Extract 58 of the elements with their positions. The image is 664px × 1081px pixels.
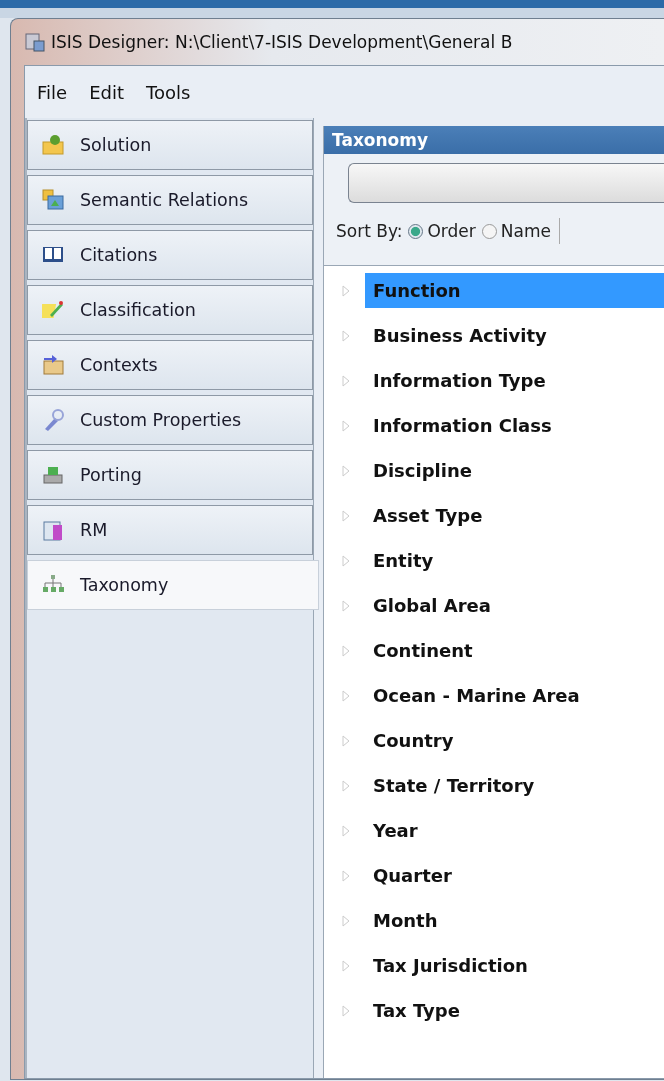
expand-arrow-icon[interactable] bbox=[342, 554, 350, 567]
expand-arrow-icon[interactable] bbox=[342, 284, 350, 297]
sidebar-item[interactable]: Citations bbox=[27, 230, 313, 280]
sidebar-item[interactable]: Solution bbox=[27, 120, 313, 170]
sort-label: Sort By: bbox=[336, 221, 403, 241]
sidebar-item[interactable]: Contexts bbox=[27, 340, 313, 390]
expand-arrow-icon[interactable] bbox=[342, 464, 350, 477]
tree-item[interactable]: Information Class bbox=[365, 408, 560, 443]
tree-item[interactable]: Year bbox=[365, 813, 426, 848]
toolbar-button[interactable] bbox=[348, 163, 664, 203]
tree-item[interactable]: Tax Jurisdiction bbox=[365, 948, 536, 983]
sidebar-item[interactable]: RM bbox=[27, 505, 313, 555]
radio-option[interactable]: Order bbox=[408, 221, 476, 241]
tree-item[interactable]: Tax Type bbox=[365, 993, 468, 1028]
menu-item[interactable]: File bbox=[37, 81, 68, 103]
expand-arrow-icon[interactable] bbox=[342, 779, 350, 792]
expand-arrow-icon[interactable] bbox=[342, 689, 350, 702]
pencil-icon bbox=[42, 299, 64, 321]
sidebar-item[interactable]: Custom Properties bbox=[27, 395, 313, 445]
tree-item[interactable]: Discipline bbox=[365, 453, 480, 488]
folder-icon bbox=[42, 134, 64, 156]
tree-item[interactable]: Country bbox=[365, 723, 462, 758]
expand-arrow-icon[interactable] bbox=[342, 869, 350, 882]
expand-arrow-icon[interactable] bbox=[342, 959, 350, 972]
printer-icon bbox=[42, 464, 64, 486]
expand-arrow-icon[interactable] bbox=[342, 644, 350, 657]
clipboard-icon bbox=[42, 519, 64, 541]
tree-item[interactable]: Quarter bbox=[365, 858, 460, 893]
tree-item[interactable]: State / Territory bbox=[365, 768, 543, 803]
tree-item[interactable]: Information Type bbox=[365, 363, 554, 398]
sidebar-item[interactable]: Semantic Relations bbox=[27, 175, 313, 225]
app-icon bbox=[25, 32, 45, 52]
expand-arrow-icon[interactable] bbox=[342, 419, 350, 432]
tree-item[interactable]: Function bbox=[365, 273, 664, 308]
expand-arrow-icon[interactable] bbox=[342, 509, 350, 522]
sidebar-item[interactable]: Porting bbox=[27, 450, 313, 500]
tree-item[interactable]: Entity bbox=[365, 543, 442, 578]
panel-header: Taxonomy bbox=[324, 126, 664, 154]
tree-item[interactable]: Global Area bbox=[365, 588, 499, 623]
radio-option[interactable]: Name bbox=[481, 221, 551, 241]
expand-arrow-icon[interactable] bbox=[342, 374, 350, 387]
expand-arrow-icon[interactable] bbox=[342, 824, 350, 837]
diagram-icon bbox=[42, 189, 64, 211]
sidebar-item[interactable]: Classification bbox=[27, 285, 313, 335]
tree-item[interactable]: Continent bbox=[365, 633, 481, 668]
expand-arrow-icon[interactable] bbox=[342, 599, 350, 612]
expand-arrow-icon[interactable] bbox=[342, 1004, 350, 1017]
menu-item[interactable]: Edit bbox=[89, 81, 124, 103]
sidebar-item[interactable]: Taxonomy bbox=[27, 560, 319, 610]
expand-arrow-icon[interactable] bbox=[342, 329, 350, 342]
tree-item[interactable]: Ocean - Marine Area bbox=[365, 678, 588, 713]
tree-item[interactable]: Month bbox=[365, 903, 446, 938]
tree-item[interactable]: Business Activity bbox=[365, 318, 555, 353]
tree-item[interactable]: Asset Type bbox=[365, 498, 491, 533]
window-title: ISIS Designer: N:\Client\7-ISIS Development\General B bbox=[51, 32, 513, 52]
expand-arrow-icon[interactable] bbox=[342, 914, 350, 927]
expand-arrow-icon[interactable] bbox=[342, 734, 350, 747]
menu-item[interactable]: Tools bbox=[146, 81, 191, 103]
